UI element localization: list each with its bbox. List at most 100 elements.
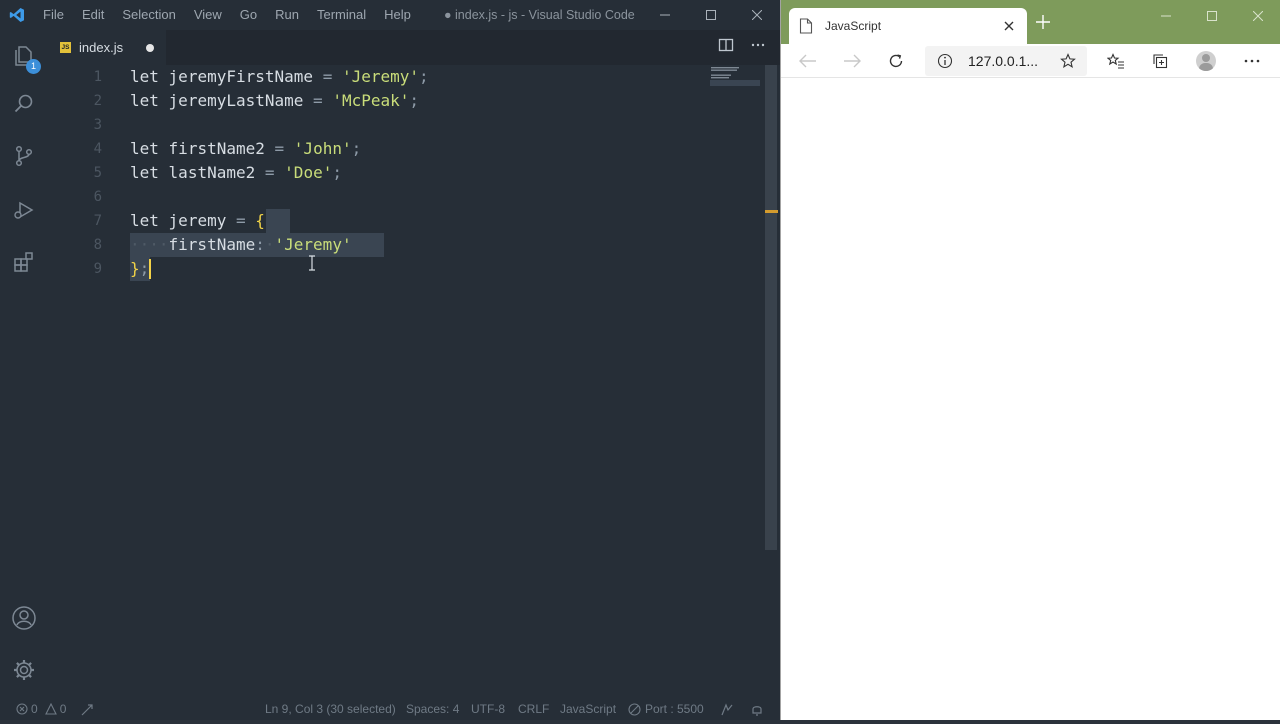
notifications-bell-icon[interactable] bbox=[750, 702, 764, 724]
menu-item-terminal[interactable]: Terminal bbox=[308, 0, 375, 30]
code-token: : bbox=[255, 235, 265, 254]
activity-bar: 1 bbox=[0, 30, 48, 698]
browser-maximize-button[interactable] bbox=[1189, 0, 1235, 32]
browser-window: JavaScript 127.0.0.1... bbox=[780, 0, 1280, 720]
extensions-icon[interactable] bbox=[0, 238, 48, 286]
settings-more-icon[interactable] bbox=[1237, 44, 1267, 78]
code-token: let bbox=[130, 139, 159, 158]
text-cursor bbox=[149, 259, 151, 279]
javascript-file-icon: JS bbox=[60, 42, 71, 53]
menu-item-run[interactable]: Run bbox=[266, 0, 308, 30]
browser-minimize-button[interactable] bbox=[1143, 0, 1189, 32]
cursor-position[interactable]: Ln 9, Col 3 (30 selected) bbox=[265, 698, 396, 720]
code-token: ; bbox=[139, 259, 150, 278]
close-window-button[interactable] bbox=[734, 0, 780, 30]
minimize-button[interactable] bbox=[642, 0, 688, 30]
line-number: 5 bbox=[93, 165, 102, 181]
run-debug-icon[interactable] bbox=[0, 186, 48, 234]
code-line[interactable]: 3 bbox=[48, 113, 764, 137]
code-token: jeremyLastName bbox=[168, 91, 304, 110]
files-icon[interactable]: 1 bbox=[0, 32, 48, 80]
problems-indicator[interactable]: 0 0 bbox=[16, 698, 66, 720]
vscode-titlebar: File Edit Selection View Go Run Terminal Help ●… bbox=[0, 0, 780, 30]
profile-avatar[interactable] bbox=[1191, 44, 1221, 78]
code-line[interactable]: 8 ····firstName:·'Jeremy' bbox=[48, 233, 764, 257]
site-info-icon[interactable] bbox=[937, 53, 953, 69]
line-number: 9 bbox=[93, 261, 102, 277]
minimap[interactable] bbox=[710, 66, 760, 86]
code-line[interactable]: 9}; bbox=[48, 257, 764, 281]
code-line[interactable]: 7 let jeremy = { bbox=[48, 209, 764, 233]
code-line[interactable]: 1 let jeremyFirstName = 'Jeremy'; bbox=[48, 65, 764, 89]
code-token: ; bbox=[419, 67, 429, 86]
account-icon[interactable] bbox=[0, 594, 48, 642]
close-tab-icon[interactable] bbox=[1001, 18, 1017, 34]
code-token: 'Jeremy' bbox=[341, 67, 420, 86]
code-token: } bbox=[130, 259, 140, 278]
menu-item-file[interactable]: File bbox=[34, 0, 73, 30]
editor-scrollbar-thumb[interactable] bbox=[765, 65, 777, 550]
back-arrow-icon[interactable] bbox=[793, 44, 823, 78]
page-icon bbox=[799, 18, 813, 34]
code-line[interactable]: 4 let firstName2 = 'John'; bbox=[48, 137, 764, 161]
forward-arrow-icon[interactable] bbox=[837, 44, 867, 78]
code-line[interactable]: 6 bbox=[48, 185, 764, 209]
more-actions-icon[interactable] bbox=[750, 37, 766, 58]
code-token: = bbox=[235, 211, 246, 230]
favorites-list-icon[interactable] bbox=[1101, 44, 1131, 78]
live-share-icon[interactable] bbox=[80, 702, 94, 724]
code-line[interactable]: 5 let lastName2 = 'Doe'; bbox=[48, 161, 764, 185]
line-number: 7 bbox=[93, 213, 102, 229]
unsaved-dot-icon[interactable] bbox=[146, 44, 154, 52]
encoding[interactable]: UTF-8 bbox=[471, 698, 505, 720]
menu-bar: File Edit Selection View Go Run Terminal Help bbox=[34, 0, 420, 30]
menu-item-view[interactable]: View bbox=[185, 0, 231, 30]
search-icon[interactable] bbox=[0, 80, 48, 128]
code-token: firstName2 bbox=[168, 139, 265, 158]
source-control-icon[interactable] bbox=[0, 132, 48, 180]
code-text: ····firstName:·'Jeremy' bbox=[130, 233, 352, 257]
code-token: = bbox=[322, 67, 333, 86]
explorer-badge: 1 bbox=[26, 59, 41, 74]
menu-item-edit[interactable]: Edit bbox=[73, 0, 113, 30]
tab-index-js[interactable]: JS index.js bbox=[48, 30, 166, 65]
language-mode[interactable]: JavaScript bbox=[560, 698, 616, 720]
ibeam-cursor-icon bbox=[307, 255, 317, 276]
window-controls bbox=[642, 0, 780, 30]
feedback-icon[interactable] bbox=[720, 702, 734, 724]
indentation[interactable]: Spaces: 4 bbox=[406, 698, 459, 720]
favorite-star-icon[interactable] bbox=[1053, 44, 1083, 78]
code-token: ; bbox=[351, 139, 362, 158]
new-tab-icon[interactable] bbox=[1035, 14, 1051, 30]
browser-close-button[interactable] bbox=[1235, 0, 1280, 32]
code-token: lastName2 bbox=[168, 163, 256, 182]
browser-page-content[interactable] bbox=[781, 79, 1280, 720]
url-text: 127.0.0.1... bbox=[968, 53, 1039, 69]
code-text: let jeremyFirstName = 'Jeremy'; bbox=[130, 65, 429, 89]
menu-item-selection[interactable]: Selection bbox=[113, 0, 184, 30]
browser-tab[interactable]: JavaScript bbox=[789, 8, 1027, 44]
gear-icon[interactable] bbox=[0, 646, 48, 694]
refresh-icon[interactable] bbox=[881, 44, 911, 78]
code-token: ; bbox=[332, 163, 342, 182]
menu-item-go[interactable]: Go bbox=[231, 0, 266, 30]
split-editor-icon[interactable] bbox=[718, 37, 734, 58]
live-server-port[interactable]: Port : 5500 bbox=[628, 698, 704, 720]
line-ending[interactable]: CRLF bbox=[518, 698, 549, 720]
code-editor[interactable]: 1 let jeremyFirstName = 'Jeremy'; 2 let jer… bbox=[48, 65, 764, 698]
code-token: ; bbox=[409, 91, 420, 110]
code-text: let jeremyLastName = 'McPeak'; bbox=[130, 89, 419, 113]
tab-label: index.js bbox=[79, 40, 124, 55]
menu-item-help[interactable]: Help bbox=[375, 0, 420, 30]
maximize-button[interactable] bbox=[688, 0, 734, 30]
collections-icon[interactable] bbox=[1145, 44, 1175, 78]
code-text: let lastName2 = 'Doe'; bbox=[130, 161, 342, 185]
code-line[interactable]: 2 let jeremyLastName = 'McPeak'; bbox=[48, 89, 764, 113]
